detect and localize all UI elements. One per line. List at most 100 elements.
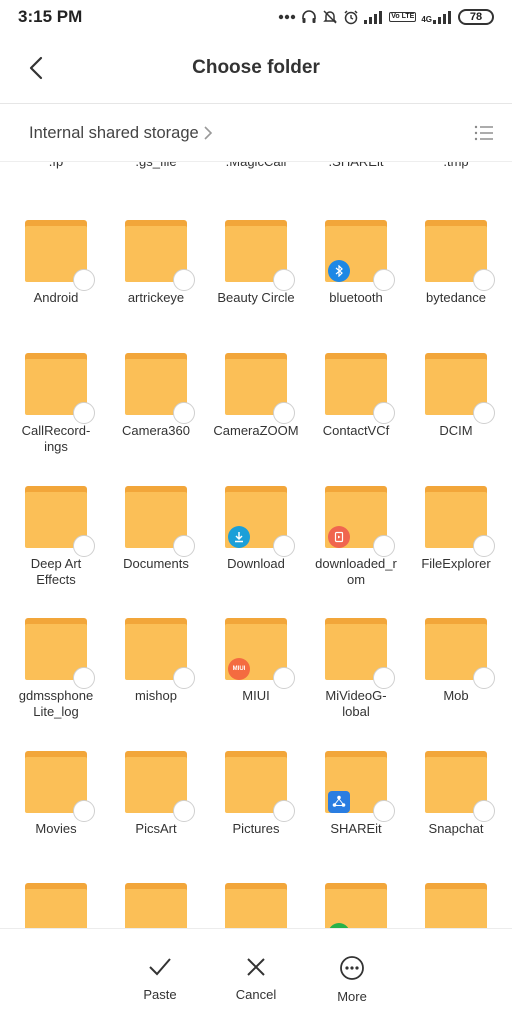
more-button[interactable]: More xyxy=(321,955,383,1024)
folder-item[interactable]: bluetooth xyxy=(300,220,400,352)
select-checkbox[interactable] xyxy=(173,269,195,291)
select-checkbox[interactable] xyxy=(73,269,95,291)
folder-item[interactable]: MIUI MIUI xyxy=(200,618,300,750)
folder-item[interactable]: Snapchat xyxy=(400,751,500,883)
folder-icon xyxy=(225,883,287,928)
folder-item[interactable]: Movies xyxy=(0,751,100,883)
select-checkbox[interactable] xyxy=(273,800,295,822)
more-dots-icon xyxy=(279,14,296,20)
signal-icon-2 xyxy=(433,11,451,24)
folder-item[interactable] xyxy=(300,883,400,928)
folder-name: ContactVCf xyxy=(322,423,390,438)
folder-name: .tmp xyxy=(406,162,506,169)
folder-item[interactable] xyxy=(100,883,200,928)
select-checkbox[interactable] xyxy=(173,800,195,822)
folder-name: MiVideoG- lobal xyxy=(325,688,387,719)
folder-item[interactable] xyxy=(0,883,100,928)
folder-name: Download xyxy=(227,556,285,571)
partial-row: .fp.gs_file.MagicCall.SHAREit.tmp xyxy=(0,162,512,174)
paste-label: Paste xyxy=(143,987,177,1002)
miui-icon: MIUI xyxy=(228,658,250,680)
folder-item[interactable]: Download xyxy=(200,486,300,618)
folder-name: CallRecord- ings xyxy=(21,423,91,454)
folder-item[interactable]: gdmssphone Lite_log xyxy=(0,618,100,750)
folder-item[interactable]: PicsArt xyxy=(100,751,200,883)
folder-item[interactable]: Pictures xyxy=(200,751,300,883)
folder-icon xyxy=(425,883,487,928)
select-checkbox[interactable] xyxy=(373,800,395,822)
folder-item[interactable]: MiVideoG- lobal xyxy=(300,618,400,750)
folder-item[interactable]: artrickeye xyxy=(100,220,200,352)
cancel-button[interactable]: Cancel xyxy=(225,955,287,1024)
select-checkbox[interactable] xyxy=(373,535,395,557)
select-checkbox[interactable] xyxy=(273,402,295,424)
select-checkbox[interactable] xyxy=(173,535,195,557)
folder-item[interactable]: ContactVCf xyxy=(300,353,400,485)
folder-item[interactable]: Documents xyxy=(100,486,200,618)
select-checkbox[interactable] xyxy=(473,402,495,424)
folder-name: Documents xyxy=(123,556,189,571)
folder-grid: .fp.gs_file.MagicCall.SHAREit.tmp Androi… xyxy=(0,162,512,928)
breadcrumb[interactable]: Internal shared storage xyxy=(29,124,213,143)
list-view-icon[interactable] xyxy=(474,123,494,143)
select-checkbox[interactable] xyxy=(373,402,395,424)
battery-level: 78 xyxy=(469,11,483,23)
folder-item[interactable] xyxy=(400,883,500,928)
back-button[interactable] xyxy=(22,54,50,82)
select-checkbox[interactable] xyxy=(473,269,495,291)
volte-badge: Vo LTE xyxy=(389,12,417,22)
status-bar: 3:15 PM Vo LTE 4G 78 xyxy=(0,0,512,34)
signal-icon xyxy=(364,11,383,24)
network-label: 4G xyxy=(421,15,432,24)
folder-name: bytedance xyxy=(426,290,486,305)
shareit-icon xyxy=(328,791,350,813)
folder-name: artrickeye xyxy=(127,290,185,305)
paste-button[interactable]: Paste xyxy=(129,955,191,1024)
select-checkbox[interactable] xyxy=(73,800,95,822)
folder-name: Android xyxy=(33,290,79,305)
select-checkbox[interactable] xyxy=(473,535,495,557)
folder-item[interactable]: Deep Art Effects xyxy=(0,486,100,618)
select-checkbox[interactable] xyxy=(273,269,295,291)
bluetooth-icon xyxy=(328,260,350,282)
folder-item[interactable]: downloaded_r om xyxy=(300,486,400,618)
folder-item[interactable]: SHAREit xyxy=(300,751,400,883)
folder-name: .MagicCall xyxy=(206,162,306,169)
status-time: 3:15 PM xyxy=(18,7,83,26)
folder-name: DCIM xyxy=(439,423,473,438)
select-checkbox[interactable] xyxy=(473,667,495,689)
check-icon xyxy=(149,958,171,976)
folder-icon xyxy=(325,883,387,928)
folder-item[interactable]: Camera360 xyxy=(100,353,200,485)
select-checkbox[interactable] xyxy=(373,667,395,689)
folder-name: MIUI xyxy=(242,688,270,703)
select-checkbox[interactable] xyxy=(73,535,95,557)
folder-item[interactable]: Android xyxy=(0,220,100,352)
folder-item[interactable]: Mob xyxy=(400,618,500,750)
select-checkbox[interactable] xyxy=(73,667,95,689)
select-checkbox[interactable] xyxy=(273,535,295,557)
select-checkbox[interactable] xyxy=(173,402,195,424)
folder-icon xyxy=(125,883,187,928)
select-checkbox[interactable] xyxy=(473,800,495,822)
folder-name: Beauty Circle xyxy=(217,290,295,305)
folder-item[interactable]: CallRecord- ings xyxy=(0,353,100,485)
folder-item[interactable] xyxy=(200,883,300,928)
chevron-right-icon xyxy=(204,126,212,140)
folder-item[interactable]: bytedance xyxy=(400,220,500,352)
folder-item[interactable]: DCIM xyxy=(400,353,500,485)
folder-name: .gs_file xyxy=(106,162,206,169)
select-checkbox[interactable] xyxy=(73,402,95,424)
folder-name: CameraZOOM xyxy=(213,423,299,438)
folder-item[interactable]: FileExplorer xyxy=(400,486,500,618)
folder-item[interactable]: mishop xyxy=(100,618,200,750)
select-checkbox[interactable] xyxy=(273,667,295,689)
folder-name: downloaded_r om xyxy=(315,556,397,587)
select-checkbox[interactable] xyxy=(373,269,395,291)
folder-item[interactable]: CameraZOOM xyxy=(200,353,300,485)
folder-item[interactable]: Beauty Circle xyxy=(200,220,300,352)
folder-name: PicsArt xyxy=(135,821,177,836)
folder-name: .fp xyxy=(6,162,106,169)
select-checkbox[interactable] xyxy=(173,667,195,689)
network-type: 4G xyxy=(421,10,453,24)
